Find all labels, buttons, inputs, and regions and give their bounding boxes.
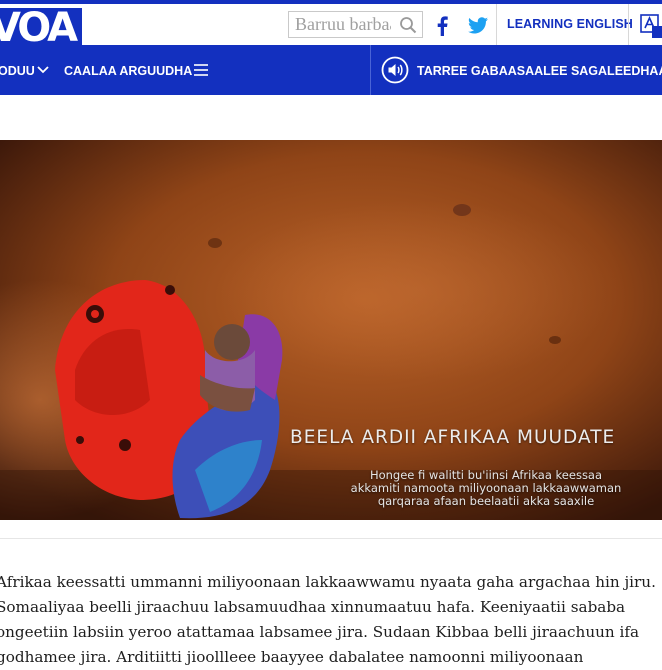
search-input[interactable] [289, 12, 391, 37]
hero-subtitle-line: qarqaraa afaan beelaatii akka saaxile [377, 494, 595, 508]
speaker-icon[interactable] [381, 56, 409, 84]
article-body: Afrikaa keessatti ummanni miliyoonaan la… [0, 570, 662, 670]
hero-photo [0, 140, 662, 520]
search-icon[interactable] [399, 16, 417, 34]
live-audio-link[interactable]: TARREE GABAASAALEE SAGALEEDHAAN [417, 64, 662, 78]
learning-english-link[interactable]: LEARNING ENGLISH [507, 17, 633, 31]
article-line: godhamee jira. Arditiitti jioollleee baa… [0, 648, 584, 666]
article-line: Somaaliyaa beelli jiraachuu labsamuudhaa… [0, 598, 626, 616]
nav-item-oduu[interactable]: ODUU [0, 64, 35, 78]
twitter-icon[interactable] [468, 17, 488, 34]
voa-logo[interactable]: VOA [0, 5, 82, 51]
hero-subtitle: Hongee fi walitti bu'iinsi Afrikaa keess… [306, 469, 662, 508]
language-icon[interactable] [640, 14, 662, 38]
menu-icon[interactable] [194, 64, 208, 76]
facebook-icon[interactable] [435, 16, 449, 36]
divider [0, 538, 662, 539]
divider [496, 4, 497, 45]
divider [628, 4, 629, 45]
search-box[interactable] [288, 11, 423, 38]
nav-item-caalaa-arguudha[interactable]: CAALAA ARGUUDHA [64, 64, 192, 78]
hero-image[interactable]: BEELA ARDII AFRIKAA MUUDATE Hongee fi wa… [0, 140, 662, 520]
hero-title: BEELA ARDII AFRIKAA MUUDATE [290, 427, 616, 448]
article-line: Afrikaa keessatti ummanni miliyoonaan la… [0, 573, 656, 591]
chevron-down-icon[interactable] [37, 65, 49, 75]
logo-text: VOA [0, 5, 78, 51]
article-line: ongeetiin labsiin yeroo atattamaa labsam… [0, 623, 640, 641]
divider [370, 45, 371, 95]
